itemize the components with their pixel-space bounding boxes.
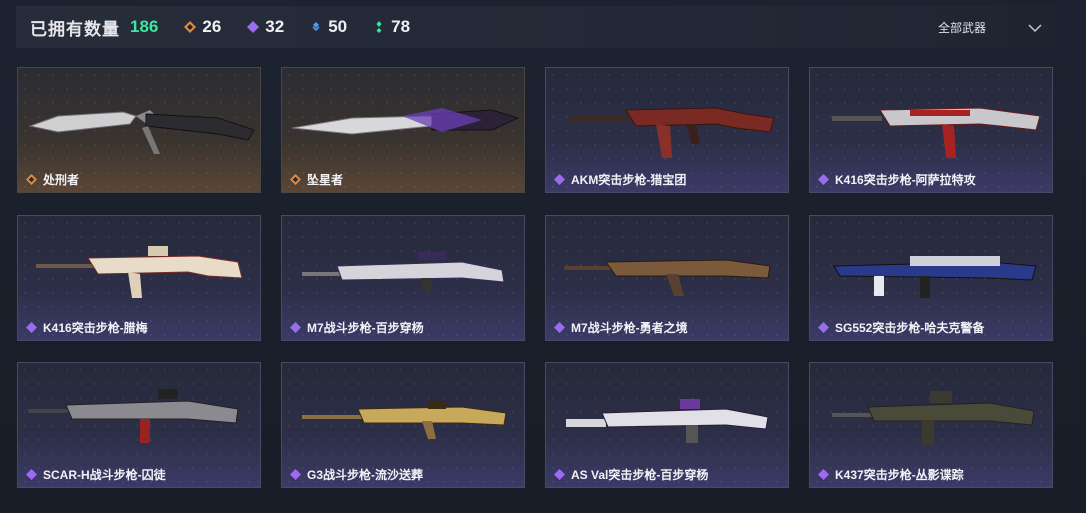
weapon-name: AS Val突击步枪-百步穿杨	[571, 468, 709, 482]
weapon-card[interactable]: G3战斗步枪-流沙送葬	[281, 362, 525, 488]
weapon-card[interactable]: AKM突击步枪-猎宝团	[545, 67, 789, 193]
weapon-name: SG552突击步枪-哈夫克警备	[835, 321, 985, 335]
orange-diamond-icon	[184, 21, 197, 33]
inventory-header: 已拥有数量 186 26 32 50 78 全部武器	[16, 6, 1056, 48]
weapon-label: 坠星者	[290, 171, 343, 188]
purple-diamond-icon	[290, 322, 301, 333]
weapon-name: G3战斗步枪-流沙送葬	[307, 468, 424, 482]
weapon-card[interactable]: M7战斗步枪-百步穿杨	[281, 215, 525, 341]
weapon-label: K416突击步枪-阿萨拉特攻	[818, 171, 976, 188]
blue-diamond-icon	[310, 21, 322, 33]
weapon-label: M7战斗步枪-勇者之境	[554, 319, 688, 336]
stat-blue: 50	[310, 17, 347, 37]
weapon-label: M7战斗步枪-百步穿杨	[290, 319, 424, 336]
weapon-label: SG552突击步枪-哈夫克警备	[818, 319, 984, 336]
weapon-name: M7战斗步枪-百步穿杨	[307, 321, 424, 335]
weapon-label: AS Val突击步枪-百步穿杨	[554, 466, 708, 483]
weapon-card[interactable]: 坠星者	[281, 67, 525, 193]
weapon-name: SCAR-H战斗步枪-囚徒	[43, 468, 166, 482]
weapon-label: K437突击步枪-丛影谍踪	[818, 466, 964, 483]
weapon-name: K416突击步枪-阿萨拉特攻	[835, 173, 976, 187]
owned-count: 186	[130, 17, 159, 36]
weapon-name: AKM突击步枪-猎宝团	[571, 173, 687, 187]
purple-diamond-icon	[818, 322, 829, 333]
stat-green-value: 78	[391, 17, 411, 36]
orange-diamond-icon	[26, 174, 37, 185]
purple-diamond-icon	[818, 174, 829, 185]
purple-diamond-icon	[554, 174, 565, 185]
weapon-label: 处刑者	[26, 171, 79, 188]
purple-diamond-icon	[554, 469, 565, 480]
weapon-card[interactable]: 处刑者	[17, 67, 261, 193]
chevron-down-icon[interactable]	[1028, 20, 1042, 33]
weapon-card[interactable]: M7战斗步枪-勇者之境	[545, 215, 789, 341]
weapon-filter-dropdown[interactable]: 全部武器	[938, 19, 986, 36]
purple-diamond-icon	[247, 21, 260, 33]
weapon-label: G3战斗步枪-流沙送葬	[290, 466, 423, 483]
purple-diamond-icon	[554, 322, 565, 333]
weapon-name: M7战斗步枪-勇者之境	[571, 321, 688, 335]
purple-diamond-icon	[290, 469, 301, 480]
weapon-card[interactable]: AS Val突击步枪-百步穿杨	[545, 362, 789, 488]
stat-blue-value: 50	[328, 17, 348, 36]
weapon-card[interactable]: K416突击步枪-阿萨拉特攻	[809, 67, 1053, 193]
orange-diamond-icon	[290, 174, 301, 185]
purple-diamond-icon	[26, 469, 37, 480]
weapon-card[interactable]: K416突击步枪-腊梅	[17, 215, 261, 341]
weapon-name: 坠星者	[307, 173, 344, 187]
stat-orange-value: 26	[202, 17, 222, 36]
stat-green: 78	[373, 17, 410, 37]
weapon-name: 处刑者	[43, 173, 80, 187]
weapon-label: SCAR-H战斗步枪-囚徒	[26, 466, 166, 483]
stat-orange: 26	[184, 17, 221, 37]
stat-purple-value: 32	[265, 17, 285, 36]
purple-diamond-icon	[818, 469, 829, 480]
purple-diamond-icon	[26, 322, 37, 333]
weapon-label: K416突击步枪-腊梅	[26, 319, 148, 336]
weapon-card[interactable]: SG552突击步枪-哈夫克警备	[809, 215, 1053, 341]
weapon-name: K437突击步枪-丛影谍踪	[835, 468, 964, 482]
stat-purple: 32	[247, 17, 284, 37]
owned-label: 已拥有数量	[30, 19, 120, 39]
green-diamond-icon	[373, 21, 385, 33]
weapon-name: K416突击步枪-腊梅	[43, 321, 148, 335]
weapon-card[interactable]: K437突击步枪-丛影谍踪	[809, 362, 1053, 488]
weapon-card[interactable]: SCAR-H战斗步枪-囚徒	[17, 362, 261, 488]
weapon-label: AKM突击步枪-猎宝团	[554, 171, 686, 188]
